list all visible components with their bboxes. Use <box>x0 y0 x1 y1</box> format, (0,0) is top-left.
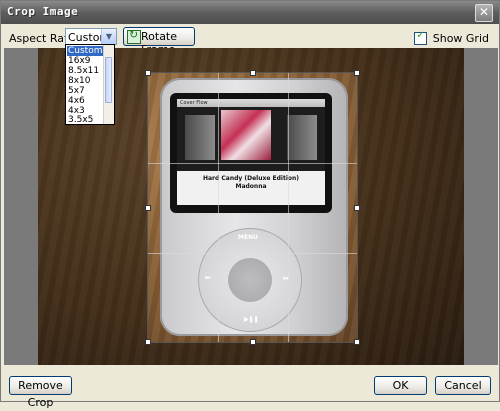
dropdown-option[interactable]: 16x9 <box>67 56 106 66</box>
chevron-down-icon[interactable]: ▼ <box>101 29 116 44</box>
crop-frame[interactable] <box>145 70 360 345</box>
show-grid-toggle[interactable]: Show Grid <box>414 30 489 45</box>
grid-line-h1 <box>148 163 357 164</box>
grid-line-h2 <box>148 253 357 254</box>
grid-line-v1 <box>218 73 219 342</box>
cancel-button[interactable]: Cancel <box>435 376 491 395</box>
crop-handle-top-left[interactable] <box>145 70 151 76</box>
crop-handle-bottom[interactable] <box>250 339 256 345</box>
grid-line-v2 <box>288 73 289 342</box>
dropdown-option[interactable]: Custom <box>67 46 106 56</box>
ok-button[interactable]: OK <box>374 376 427 395</box>
dropdown-scrollbar[interactable] <box>103 45 114 124</box>
dropdown-option[interactable]: 3.5x5 <box>67 115 106 125</box>
crop-shade-top <box>147 48 358 72</box>
dropdown-option[interactable]: 4x6 <box>67 96 106 106</box>
dropdown-option[interactable]: 8x10 <box>67 76 106 86</box>
crop-shade-right <box>358 48 464 365</box>
show-grid-checkbox[interactable] <box>414 30 428 45</box>
crop-handle-bottom-left[interactable] <box>145 339 151 345</box>
dialog-footer: Remove Crop OK Cancel <box>1 366 499 409</box>
rotate-icon <box>127 28 141 44</box>
crop-handle-bottom-right[interactable] <box>354 339 360 345</box>
crop-image-dialog: Crop Image ✕ Aspect Ratio: Custom ▼ Rota… <box>0 0 500 409</box>
crop-handle-top-right[interactable] <box>354 70 360 76</box>
close-button[interactable]: ✕ <box>475 4 493 22</box>
aspect-ratio-select[interactable]: Custom ▼ <box>65 28 117 45</box>
remove-crop-button[interactable]: Remove Crop <box>9 376 72 409</box>
aspect-ratio-dropdown-list[interactable]: Custom 16x9 8.5x11 8x10 5x7 4x6 4x3 3.5x… <box>65 44 115 125</box>
dropdown-option[interactable]: 5x7 <box>67 86 106 96</box>
title-bar[interactable]: Crop Image ✕ <box>1 1 499 24</box>
crop-handle-left[interactable] <box>145 205 151 211</box>
scrollbar-thumb[interactable] <box>105 57 112 103</box>
crop-shade-bottom <box>147 343 358 365</box>
crop-handle-top[interactable] <box>250 70 256 76</box>
dialog-title: Crop Image <box>7 5 79 18</box>
dropdown-option[interactable]: 8.5x11 <box>67 66 106 76</box>
crop-handle-right[interactable] <box>354 205 360 211</box>
close-icon: ✕ <box>478 5 490 19</box>
show-grid-label: Show Grid <box>432 31 489 45</box>
rotate-frame-button[interactable]: Rotate Frame <box>123 27 195 56</box>
